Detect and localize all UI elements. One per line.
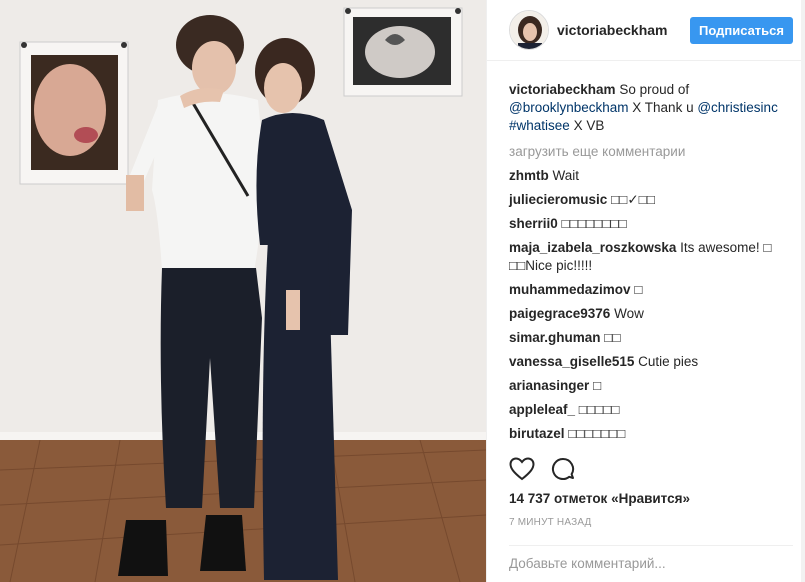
caption-username[interactable]: victoriabeckham — [509, 82, 616, 97]
post-timestamp: 7 МИНУТ НАЗАД — [509, 517, 592, 528]
comment-item: juliecieromusic □□✓□□ — [509, 191, 793, 209]
caption-text: X VB — [573, 118, 605, 133]
comment-item: sherrii0 □□□□□□□□ — [509, 215, 793, 233]
post-image — [0, 0, 486, 582]
post-sidebar: victoriabeckham Подписаться victoriabeck… — [486, 0, 805, 582]
hashtag-link[interactable]: #whatisee — [509, 118, 570, 133]
comment-username[interactable]: appleleaf_ — [509, 402, 575, 417]
add-comment-input[interactable] — [509, 556, 793, 571]
scrollbar[interactable] — [801, 0, 805, 582]
comment-username[interactable]: arianasinger — [509, 378, 589, 393]
comment-item: maja_izabela_roszkowska Its awesome! □ □… — [509, 239, 793, 275]
comment-username[interactable]: sherrii0 — [509, 216, 558, 231]
comment-item: arianasinger □ — [509, 377, 793, 395]
comment-username[interactable]: birutazel — [509, 426, 565, 441]
comment-item: birutazel □□□□□□□ — [509, 425, 793, 443]
comment-item: muhammedazimov □ — [509, 281, 793, 299]
comment-text: □□□□□□□□ — [561, 216, 627, 231]
post-caption: victoriabeckham So proud of @brooklynbec… — [509, 81, 793, 135]
comment-icon[interactable] — [551, 457, 575, 486]
load-more-comments-button[interactable]: загрузить еще комментарии — [509, 143, 793, 161]
avatar[interactable] — [509, 10, 549, 50]
comment-text: □□□□□□□ — [568, 426, 626, 441]
comment-text: Wait — [552, 168, 580, 183]
comment-username[interactable]: muhammedazimov — [509, 282, 631, 297]
heart-icon[interactable] — [509, 456, 535, 486]
comment-item: simar.ghuman □□ — [509, 329, 793, 347]
header-username[interactable]: victoriabeckham — [557, 22, 690, 38]
comment-text: □ — [634, 282, 643, 297]
comment-text: □□ — [604, 330, 621, 345]
comment-username[interactable]: vanessa_giselle515 — [509, 354, 634, 369]
post-photo[interactable] — [0, 0, 486, 582]
follow-button[interactable]: Подписаться — [689, 16, 793, 44]
comment-text: □□✓□□ — [611, 192, 655, 207]
caption-text: So proud of — [619, 82, 690, 97]
comment-item: vanessa_giselle515 Cutie pies — [509, 353, 793, 371]
comment-text: □ — [593, 378, 602, 393]
likes-count[interactable]: 14 737 отметок «Нравится» — [509, 491, 690, 506]
post-header: victoriabeckham Подписаться — [487, 0, 805, 61]
comment-username[interactable]: paigegrace9376 — [509, 306, 610, 321]
comment-text: Wow — [614, 306, 644, 321]
comments-list: victoriabeckham So proud of @brooklynbec… — [487, 61, 805, 456]
comment-item: appleleaf_ □□□□□ — [509, 401, 793, 419]
comment-username[interactable]: simar.ghuman — [509, 330, 601, 345]
comment-username[interactable]: juliecieromusic — [509, 192, 607, 207]
mention-link[interactable]: @brooklynbeckham — [509, 100, 629, 115]
comment-text: Cutie pies — [638, 354, 699, 369]
comment-text: □□□□□ — [578, 402, 620, 417]
avatar-image — [510, 11, 548, 49]
comment-username[interactable]: maja_izabela_roszkowska — [509, 240, 676, 255]
post-actions — [509, 456, 793, 486]
instagram-post: victoriabeckham Подписаться victoriabeck… — [0, 0, 805, 582]
comment-item: zhmtb Wait — [509, 167, 793, 185]
mention-link[interactable]: @christiesinc — [697, 100, 777, 115]
comment-username[interactable]: zhmtb — [509, 168, 549, 183]
add-comment-bar — [509, 545, 793, 581]
caption-text: X Thank u — [632, 100, 694, 115]
comment-item: paigegrace9376 Wow — [509, 305, 793, 323]
